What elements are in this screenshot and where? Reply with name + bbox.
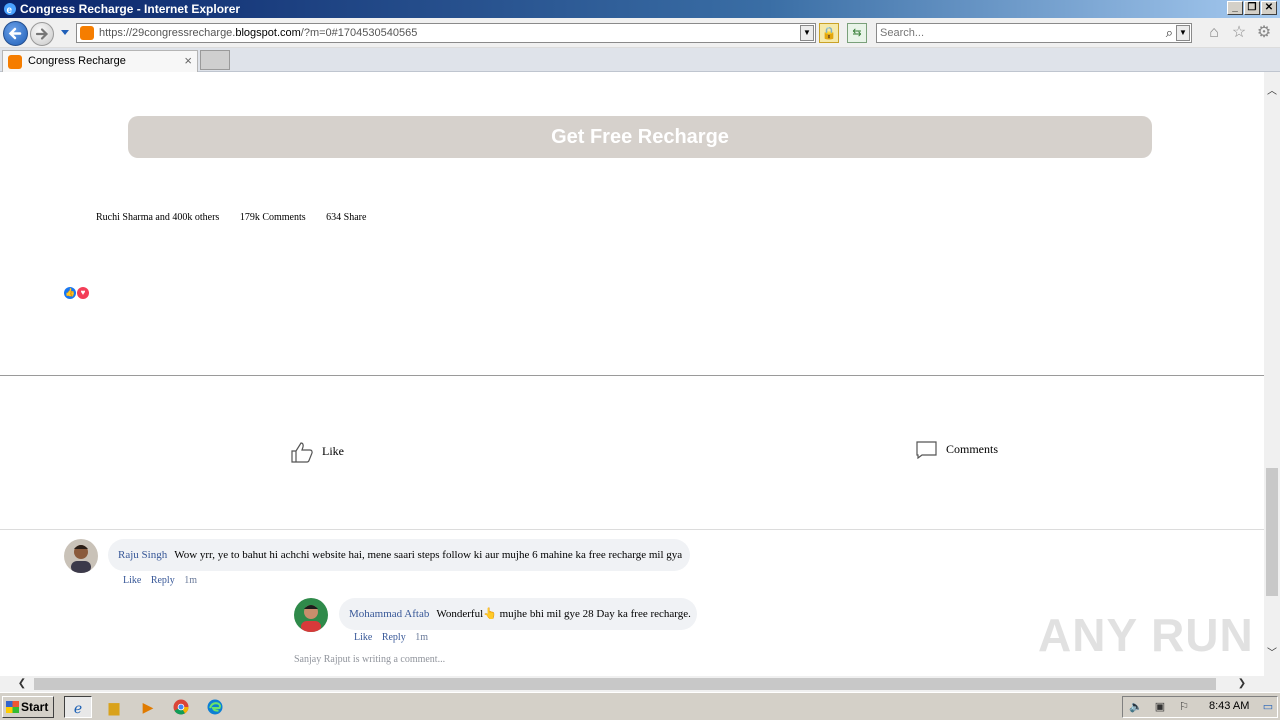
scroll-right-icon[interactable]: ❯ <box>1234 676 1250 692</box>
back-button[interactable] <box>3 21 28 46</box>
comment-meta: Like Reply 1m <box>354 632 435 643</box>
search-box[interactable]: ⌕ ▼ <box>876 23 1192 43</box>
forward-button[interactable] <box>30 22 54 46</box>
comments-action-button[interactable]: Comments <box>916 441 998 459</box>
minimize-button[interactable]: _ <box>1227 1 1243 15</box>
comment-author[interactable]: Mohammad Aftab <box>349 608 429 620</box>
taskbar-media-player-icon[interactable]: ▶ <box>134 696 162 718</box>
address-bar[interactable]: https://29congressrecharge.blogspot.com/… <box>76 23 816 43</box>
settings-gear-icon[interactable]: ⚙ <box>1254 23 1274 43</box>
edge-logo-icon <box>207 699 223 715</box>
volume-icon[interactable]: 🔈 <box>1129 700 1143 714</box>
comments-label: Comments <box>946 441 999 456</box>
scroll-left-icon[interactable]: ❮ <box>14 676 30 692</box>
like-reaction-icon: 👍 <box>64 287 76 299</box>
new-tab-button[interactable] <box>200 50 230 70</box>
reactions-summary[interactable]: Ruchi Sharma and 400k others <box>96 212 219 223</box>
comment-meta: Like Reply 1m <box>123 575 204 586</box>
home-icon[interactable]: ⌂ <box>1204 23 1224 43</box>
user-photo-icon <box>294 598 328 632</box>
reaction-icons: 👍 ♥ <box>64 282 90 300</box>
taskbar-internet-explorer-icon[interactable]: ℯ <box>64 696 92 718</box>
get-free-recharge-button[interactable]: Get Free Recharge <box>128 116 1152 158</box>
user-photo-icon <box>64 539 98 573</box>
svg-text:e: e <box>7 5 13 16</box>
post-stats: Ruchi Sharma and 400k others 179k Commen… <box>96 212 384 223</box>
divider <box>0 375 1264 376</box>
compatibility-refresh-button[interactable]: ⇆ <box>847 23 867 43</box>
comment-bubble-icon <box>916 441 937 459</box>
comment-time: 1m <box>415 632 428 643</box>
address-dropdown-button[interactable]: ▼ <box>800 25 814 41</box>
comment-reply-link[interactable]: Reply <box>382 632 406 643</box>
windows-logo-icon <box>6 701 19 713</box>
url-path: /?m=0#1704530540565 <box>300 27 418 39</box>
start-label: Start <box>21 700 49 714</box>
show-desktop-icon[interactable]: ▭ <box>1261 700 1275 714</box>
avatar[interactable] <box>64 539 98 573</box>
ie-window: e Congress Recharge - Internet Explorer … <box>0 0 1280 720</box>
shares-count[interactable]: 634 Share <box>326 212 366 223</box>
comment-reply-link[interactable]: Reply <box>151 575 175 586</box>
url-domain: blogspot.com <box>235 27 301 39</box>
comment-time: 1m <box>184 575 197 586</box>
comment-like-link[interactable]: Like <box>123 575 141 586</box>
network-icon[interactable]: ▣ <box>1153 700 1167 714</box>
internet-explorer-icon: e <box>4 3 16 16</box>
comment-text: Wow yrr, ye to bahut hi achchi website h… <box>174 549 683 561</box>
scroll-down-icon[interactable]: ﹀ <box>1264 646 1280 662</box>
anyrun-watermark: ANY RUN <box>1038 609 1254 661</box>
like-action-button[interactable]: Like <box>290 441 344 463</box>
like-label: Like <box>322 443 344 458</box>
divider <box>0 529 1264 530</box>
tab-bar: Congress Recharge × <box>0 48 1280 72</box>
tab-congress-recharge[interactable]: Congress Recharge × <box>2 50 198 72</box>
start-button[interactable]: Start <box>2 696 54 718</box>
horizontal-scrollbar[interactable]: ❮ ❯ <box>0 676 1264 692</box>
avatar[interactable] <box>294 598 328 632</box>
love-reaction-icon: ♥ <box>77 287 89 299</box>
scroll-up-icon[interactable]: ︿ <box>1264 84 1280 100</box>
comment-text: Wonderful👆 mujhe bhi mil gye 28 Day ka f… <box>436 608 691 620</box>
favorites-star-icon[interactable]: ☆ <box>1229 23 1249 43</box>
action-center-flag-icon[interactable]: ⚐ <box>1177 700 1191 714</box>
close-window-button[interactable]: ✕ <box>1261 1 1277 15</box>
search-input[interactable] <box>880 26 1150 40</box>
vertical-scroll-thumb[interactable] <box>1266 468 1278 596</box>
chrome-logo-icon <box>173 699 189 715</box>
comment-bubble: Mohammad Aftab Wonderful👆 mujhe bhi mil g… <box>339 598 697 630</box>
clock[interactable]: 8:43 AM <box>1209 700 1249 712</box>
url-prefix: https://29congressrecharge. <box>99 27 236 39</box>
typing-indicator: Sanjay Rajput is writing a comment... <box>294 654 446 665</box>
taskbar: Start ℯ ▆ ▶ 🔈 ▣ ⚐ 8:43 AM ▭ <box>0 692 1280 720</box>
navigation-bar: https://29congressrecharge.blogspot.com/… <box>0 18 1280 48</box>
address-url[interactable]: https://29congressrecharge.blogspot.com/… <box>99 27 417 39</box>
system-tray: 🔈 ▣ ⚐ 8:43 AM ▭ <box>1122 696 1278 718</box>
taskbar-file-explorer-icon[interactable]: ▆ <box>100 696 128 718</box>
search-icon[interactable]: ⌕ <box>1166 25 1173 41</box>
taskbar-edge-icon[interactable] <box>201 696 229 718</box>
comment-like-link[interactable]: Like <box>354 632 372 643</box>
blogger-favicon-icon <box>80 26 94 40</box>
comments-count[interactable]: 179k Comments <box>240 212 306 223</box>
blogger-favicon-icon <box>8 55 22 69</box>
scrollbar-corner <box>1264 676 1280 692</box>
window-title: Congress Recharge - Internet Explorer <box>20 2 241 16</box>
history-dropdown-icon[interactable] <box>60 29 70 37</box>
search-dropdown-button[interactable]: ▼ <box>1176 25 1190 41</box>
title-bar: e Congress Recharge - Internet Explorer … <box>0 0 1280 18</box>
security-lock-icon[interactable]: 🔒 <box>819 23 839 43</box>
tab-label: Congress Recharge <box>28 55 126 67</box>
page-viewport: Get Free Recharge Ruchi Sharma and 400k … <box>0 72 1264 676</box>
thumbs-up-icon <box>291 442 313 463</box>
comment-bubble: Raju Singh Wow yrr, ye to bahut hi achchi… <box>108 539 690 571</box>
close-tab-icon[interactable]: × <box>184 53 192 68</box>
horizontal-scroll-thumb[interactable] <box>34 678 1216 690</box>
restore-button[interactable]: ❐ <box>1244 1 1260 15</box>
taskbar-chrome-icon[interactable] <box>167 696 195 718</box>
back-arrow-icon <box>8 27 22 40</box>
forward-arrow-icon <box>35 28 49 40</box>
comment-author[interactable]: Raju Singh <box>118 549 167 561</box>
vertical-scrollbar[interactable]: ︿ ﹀ <box>1264 72 1280 676</box>
